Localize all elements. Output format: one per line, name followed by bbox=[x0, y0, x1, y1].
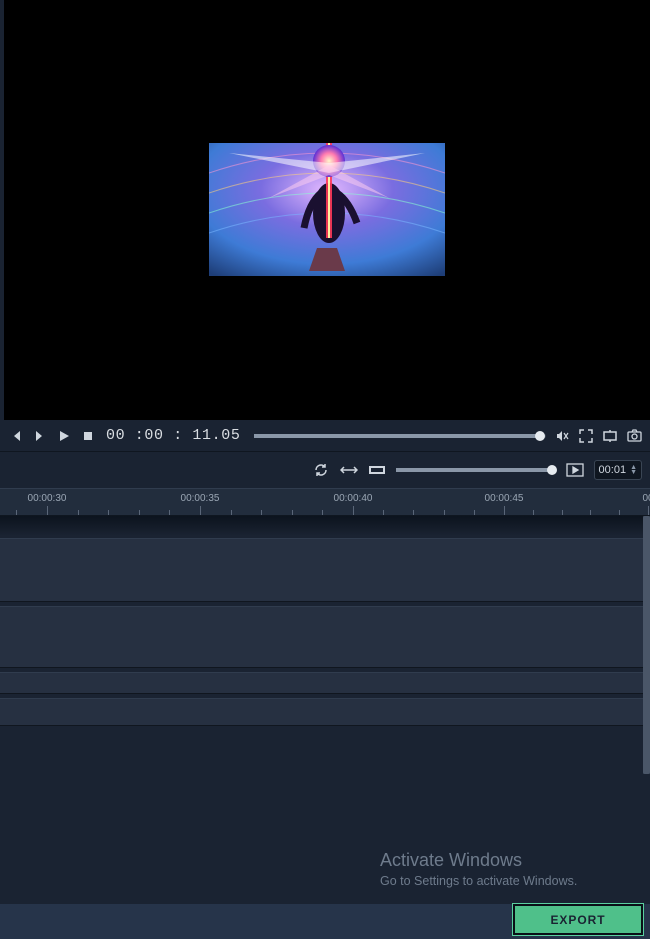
track-video-1[interactable] bbox=[0, 538, 643, 602]
track-video-2[interactable] bbox=[0, 606, 643, 668]
ruler-label: 00:00:45 bbox=[485, 493, 524, 504]
export-button-frame: EXPORT bbox=[512, 903, 644, 936]
ruler-label: 00:00:30 bbox=[28, 493, 67, 504]
export-button[interactable]: EXPORT bbox=[515, 906, 641, 933]
windows-activation-watermark: Activate Windows Go to Settings to activ… bbox=[380, 850, 577, 888]
fit-width-icon[interactable] bbox=[340, 461, 358, 479]
tracks-vscrollbar[interactable] bbox=[643, 516, 650, 774]
ruler-label: 00 bbox=[642, 493, 650, 504]
zoom-to-clip-icon[interactable] bbox=[368, 461, 386, 479]
prev-frame-button[interactable] bbox=[8, 428, 24, 444]
duration-spinner[interactable]: 00:01 ▲ ▼ bbox=[594, 460, 642, 480]
next-frame-button[interactable] bbox=[32, 428, 48, 444]
mute-button[interactable] bbox=[554, 428, 570, 444]
stop-button[interactable] bbox=[80, 428, 96, 444]
refresh-icon[interactable] bbox=[312, 461, 330, 479]
tracks-top-shadow bbox=[0, 516, 650, 536]
track-audio-2[interactable] bbox=[0, 698, 643, 726]
ruler-ticks bbox=[0, 505, 650, 515]
timeline-toolbar: 00:01 ▲ ▼ bbox=[0, 452, 650, 488]
zoom-fill bbox=[396, 468, 553, 472]
duration-down[interactable]: ▼ bbox=[630, 470, 637, 475]
preview-frame-image bbox=[209, 143, 445, 276]
timeline-tracks bbox=[0, 516, 650, 728]
preview-canvas bbox=[4, 0, 650, 420]
zoom-knob[interactable] bbox=[547, 465, 557, 475]
watermark-subtitle: Go to Settings to activate Windows. bbox=[380, 874, 577, 888]
track-audio-1[interactable] bbox=[0, 672, 643, 694]
ruler-label: 00:00:35 bbox=[181, 493, 220, 504]
watermark-title: Activate Windows bbox=[380, 850, 577, 871]
preview-quality-icon[interactable] bbox=[566, 461, 584, 479]
playback-bar: 00 :00 : 11.05 bbox=[0, 420, 650, 452]
seek-fill bbox=[254, 434, 540, 438]
play-button[interactable] bbox=[56, 428, 72, 444]
snapshot-button[interactable] bbox=[626, 428, 642, 444]
ruler-label: 00:00:40 bbox=[334, 493, 373, 504]
preview-video-column bbox=[209, 0, 445, 420]
fullscreen-button[interactable] bbox=[578, 428, 594, 444]
timecode-display: 00 :00 : 11.05 bbox=[106, 427, 240, 444]
seek-slider[interactable] bbox=[254, 434, 546, 438]
tracks-vscroll-thumb[interactable] bbox=[643, 516, 650, 774]
safe-area-button[interactable] bbox=[602, 428, 618, 444]
zoom-slider[interactable] bbox=[396, 468, 556, 472]
timeline-ruler[interactable]: 00:00:30 00:00:35 00:00:40 00:00:45 00 bbox=[0, 488, 650, 516]
seek-knob[interactable] bbox=[535, 431, 545, 441]
duration-value: 00:01 bbox=[599, 464, 627, 476]
